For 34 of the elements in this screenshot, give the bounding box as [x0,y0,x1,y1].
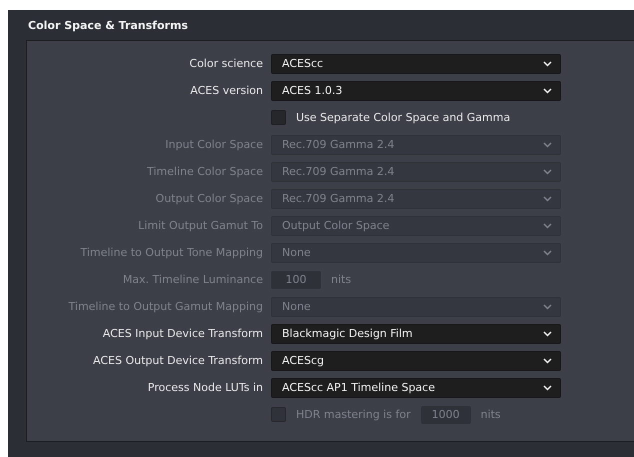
checkbox-label: HDR mastering is for [296,408,411,421]
dropdown[interactable]: ACES 1.0.3 [271,80,561,100]
field-label: Timeline to Output Tone Mapping [79,246,263,259]
chevron-down-icon [543,142,552,148]
chevron-down-icon [543,304,552,310]
chevron-down-icon [543,384,552,390]
dropdown[interactable]: ACEScc [271,54,561,74]
field-label: Input Color Space [164,138,263,151]
chevron-down-icon [543,358,552,364]
chevron-down-icon [543,196,552,202]
field-label: Timeline to Output Gamut Mapping [68,300,263,313]
unit-label: nits [480,408,501,421]
chevron-down-icon [543,250,552,256]
field-label: Timeline Color Space [146,165,263,178]
dropdown[interactable]: Blackmagic Design Film [271,324,561,344]
unit-label: nits [331,273,352,286]
chevron-down-icon [543,168,552,174]
chevron-down-icon [543,60,552,66]
field-label: Max. Timeline Luminance [122,273,263,286]
field-label: ACES version [189,84,263,97]
panel-title: Color Space & Transforms [28,18,188,32]
checkbox[interactable] [271,110,286,125]
field-label: Output Color Space [154,192,263,205]
checkbox-label: Use Separate Color Space and Gamma [296,111,510,124]
field-label: Color science [188,57,263,70]
field-label: Limit Output Gamut To [137,219,263,232]
dropdown[interactable]: ACEScc AP1 Timeline Space [271,378,561,398]
chevron-down-icon [543,88,552,94]
field-label: ACES Output Device Transform [92,354,263,367]
field-label: ACES Input Device Transform [102,327,263,340]
dropdown[interactable]: ACEScg [271,350,561,370]
field-label: Process Node LUTs in [146,381,263,394]
chevron-down-icon [543,330,552,336]
chevron-down-icon [543,222,552,228]
